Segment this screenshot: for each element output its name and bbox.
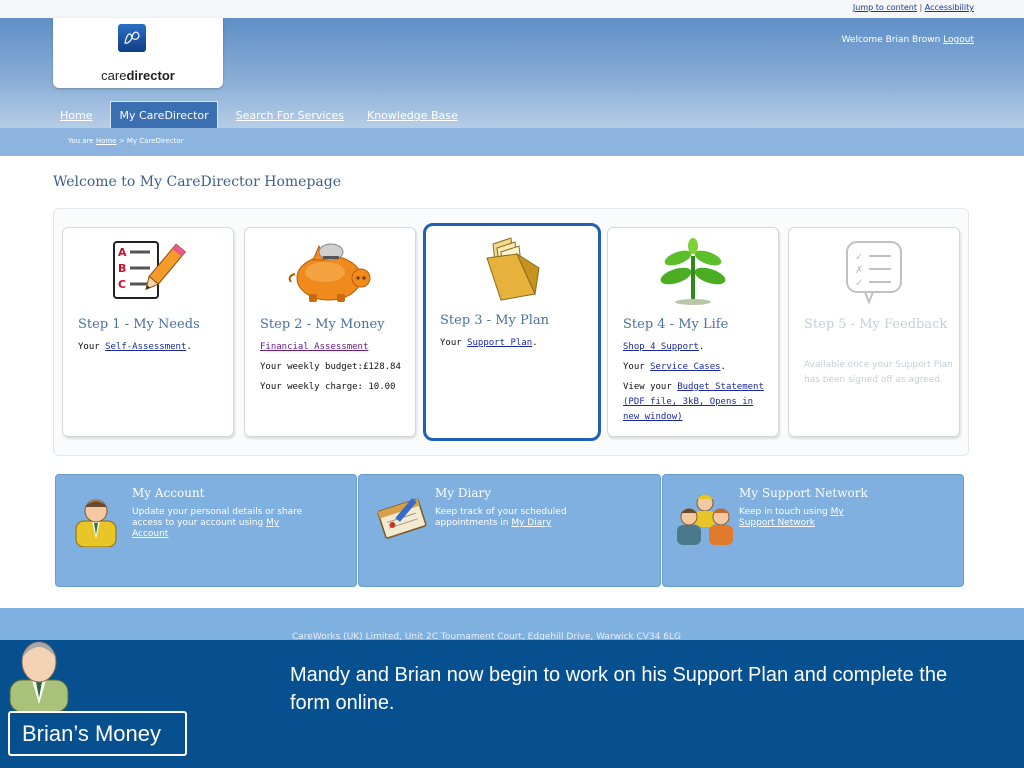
plant-icon — [608, 238, 778, 308]
my-account-tile[interactable]: My Account Update your personal details … — [55, 474, 357, 587]
step-4-title: Step 4 - My Life — [623, 317, 729, 332]
svg-text:✓: ✓ — [855, 252, 863, 263]
my-account-title: My Account — [132, 486, 205, 500]
step-2-card[interactable]: Step 2 - My Money Financial Assessment Y… — [244, 227, 416, 437]
page-title: Welcome to My CareDirector Homepage — [53, 174, 341, 190]
nav-home[interactable]: Home — [55, 109, 97, 128]
nav-search-for-services[interactable]: Search For Services — [231, 109, 349, 128]
utility-links: Jump to content | Accessibility — [853, 3, 974, 12]
step-5-title: Step 5 - My Feedback — [804, 317, 948, 332]
piggy-bank-icon — [245, 238, 415, 308]
weekly-charge-text: Your weekly charge: 10.00 — [260, 382, 396, 392]
shop-4-support-link[interactable]: Shop 4 Support — [623, 342, 699, 352]
site-header: caredirector Welcome Brian Brown Logout … — [0, 18, 1024, 128]
step-2-body: Financial Assessment Your weekly budget:… — [260, 340, 410, 395]
steps-panel: A B C Step 1 - My Needs Your Self-Assess… — [53, 208, 969, 456]
quick-links: My Account Update your personal details … — [55, 474, 964, 587]
financial-assessment-link[interactable]: Financial Assessment — [260, 342, 368, 352]
breadcrumb-bar: You are Home > My CareDirector — [0, 128, 1024, 156]
jump-to-content-link[interactable]: Jump to content — [853, 3, 917, 12]
svg-text:A: A — [118, 246, 127, 259]
breadcrumb-prefix: You are — [68, 137, 94, 145]
support-plan-link[interactable]: Support Plan — [467, 338, 532, 348]
service-cases-link[interactable]: Service Cases — [650, 362, 720, 372]
step-3-title: Step 3 - My Plan — [440, 313, 550, 328]
my-support-network-title: My Support Network — [739, 486, 868, 500]
self-assessment-link[interactable]: Self-Assessment — [105, 342, 186, 352]
breadcrumb-current: > My CareDirector — [118, 137, 184, 145]
svg-text:B: B — [118, 262, 126, 275]
my-account-text: Update your personal details or share ac… — [132, 507, 303, 539]
my-diary-tile[interactable]: My Diary Keep track of your scheduled ap… — [358, 474, 661, 587]
step-3-card[interactable]: Step 3 - My Plan Your Support Plan. — [423, 223, 601, 441]
my-diary-text: Keep track of your scheduled appointment… — [435, 507, 567, 528]
my-support-network-tile[interactable]: My Support Network Keep in touch using M… — [662, 474, 964, 587]
step-1-card[interactable]: A B C Step 1 - My Needs Your Self-Assess… — [62, 227, 234, 437]
nav-knowledge-base[interactable]: Knowledge Base — [362, 109, 463, 128]
checklist-pencil-icon: A B C — [63, 238, 233, 308]
person-icon — [72, 491, 120, 548]
caredirector-logo[interactable]: caredirector — [53, 18, 223, 88]
welcome-message: Welcome Brian Brown Logout — [842, 35, 974, 45]
presentation-overlay: Brian’s Money Mandy and Brian now begin … — [0, 640, 1024, 768]
character-label: Brian’s Money — [8, 711, 187, 756]
footer-address: CareWorks (UK) Limited, Unit 2C Tourname… — [292, 632, 681, 640]
weekly-budget-text: Your weekly budget:£128.84 — [260, 362, 401, 372]
step-2-title: Step 2 - My Money — [260, 317, 385, 332]
diary-icon — [373, 491, 429, 547]
step-5-card: ✓ ✗ ✓ Step 5 - My Feedback Available onc… — [788, 227, 960, 437]
utility-separator: | — [919, 3, 923, 12]
svg-text:✓: ✓ — [855, 278, 863, 289]
site-footer: CareWorks (UK) Limited, Unit 2C Tourname… — [0, 608, 1024, 640]
step-4-body: Shop 4 Support. Your Service Cases. View… — [623, 342, 764, 422]
step-4-card[interactable]: Step 4 - My Life Shop 4 Support. Your Se… — [607, 227, 779, 437]
logout-link[interactable]: Logout — [943, 35, 974, 45]
logo-mark-icon — [118, 24, 146, 52]
welcome-text: Welcome Brian Brown — [841, 35, 941, 45]
group-icon — [675, 491, 735, 547]
step-1-title: Step 1 - My Needs — [78, 317, 200, 332]
svg-text:C: C — [118, 278, 126, 291]
utility-bar: Jump to content | Accessibility — [0, 0, 1024, 18]
svg-text:✗: ✗ — [855, 265, 863, 276]
step-3-body: Your Support Plan. — [440, 338, 538, 348]
my-diary-title: My Diary — [435, 486, 492, 500]
logo-text: caredirector — [101, 68, 175, 83]
nav-my-caredirector[interactable]: My CareDirector — [110, 101, 218, 128]
folder-icon — [426, 234, 598, 304]
step-1-body: Your Self-Assessment. — [78, 342, 192, 352]
brian-avatar-icon — [6, 640, 72, 713]
breadcrumb-home-link[interactable]: Home — [96, 137, 117, 145]
my-support-network-text: Keep in touch using My Support Network — [739, 507, 844, 528]
feedback-checklist-icon: ✓ ✗ ✓ — [789, 238, 959, 308]
main-nav: Home My CareDirector Search For Services… — [55, 101, 476, 128]
accessibility-link[interactable]: Accessibility — [925, 3, 974, 12]
step-5-body: Available once your Support Plan has bee… — [804, 360, 953, 385]
breadcrumb: You are Home > My CareDirector — [68, 137, 184, 145]
slide-caption: Mandy and Brian now begin to work on his… — [290, 664, 948, 714]
my-diary-link[interactable]: My Diary — [511, 518, 551, 528]
